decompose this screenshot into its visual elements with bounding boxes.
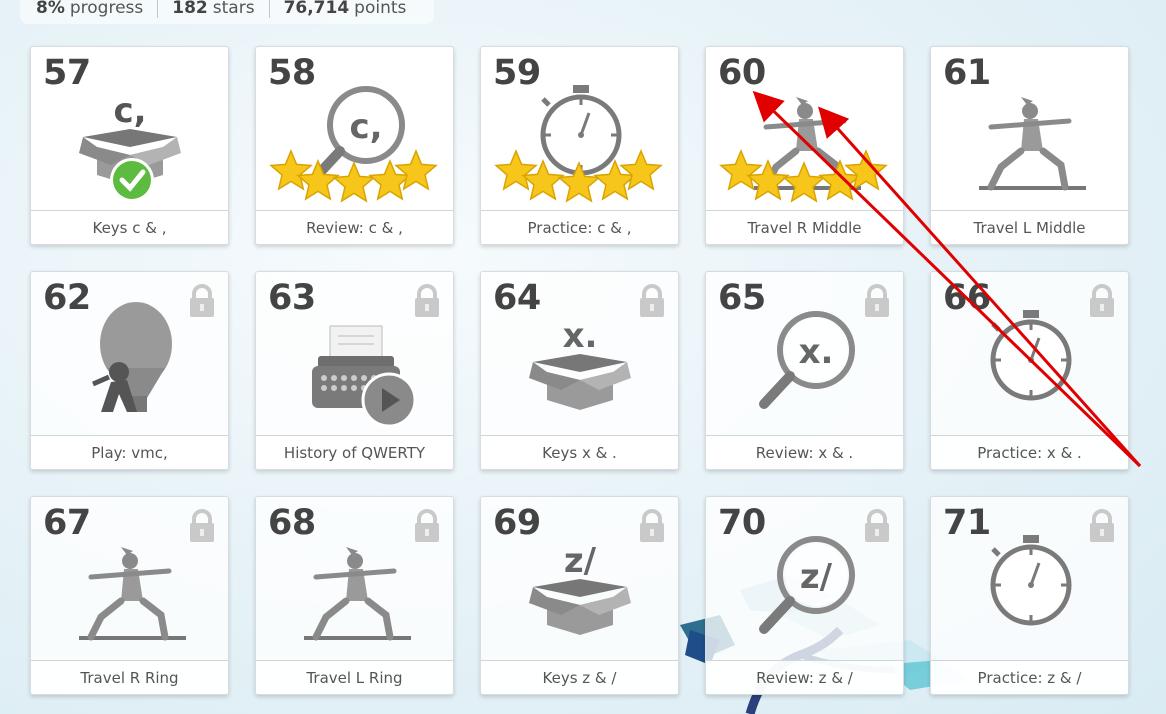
lesson-number: 70 xyxy=(718,503,766,543)
lesson-tile[interactable]: 59 Practice: c & , xyxy=(480,46,679,245)
lesson-label: History of QWERTY xyxy=(256,435,453,469)
lesson-tile[interactable]: 71 Practice: z & / xyxy=(930,496,1129,695)
svg-text:x.: x. xyxy=(563,316,598,356)
lesson-number: 59 xyxy=(493,53,541,93)
lock-icon xyxy=(190,284,214,317)
lesson-number: 71 xyxy=(943,503,991,543)
svg-text:c,: c, xyxy=(349,107,382,147)
lesson-tile[interactable]: c, 58 Review: c & , xyxy=(255,46,454,245)
lock-icon xyxy=(1090,509,1114,542)
lesson-label: Travel R Middle xyxy=(706,210,903,244)
lesson-tile[interactable]: 68 Travel L Ring xyxy=(255,496,454,695)
rating-stars xyxy=(719,149,888,203)
lesson-number: 61 xyxy=(943,53,991,93)
lesson-number: 60 xyxy=(718,53,766,93)
lesson-label: Practice: z & / xyxy=(931,660,1128,694)
lesson-label: Travel L Middle xyxy=(931,210,1128,244)
lesson-label: Travel R Ring xyxy=(31,660,228,694)
lesson-number: 62 xyxy=(43,278,91,318)
lesson-tile[interactable]: 67 Travel R Ring xyxy=(30,496,229,695)
lesson-label: Review: x & . xyxy=(706,435,903,469)
lesson-label: Play: vmc, xyxy=(31,435,228,469)
lock-icon xyxy=(865,284,889,317)
lesson-label: Keys z & / xyxy=(481,660,678,694)
progress-stat: 8% progress xyxy=(36,0,144,18)
lesson-label: Practice: c & , xyxy=(481,210,678,244)
lesson-number: 57 xyxy=(43,53,91,93)
lesson-number: 68 xyxy=(268,503,316,543)
lesson-label: Keys x & . xyxy=(481,435,678,469)
lock-icon xyxy=(415,509,439,542)
lock-icon xyxy=(640,284,664,317)
lesson-label: Review: z & / xyxy=(706,660,903,694)
lesson-number: 58 xyxy=(268,53,316,93)
lock-icon xyxy=(415,284,439,317)
lesson-number: 63 xyxy=(268,278,316,318)
lesson-number: 64 xyxy=(493,278,541,318)
lesson-number: 65 xyxy=(718,278,766,318)
lesson-tile[interactable]: 66 Practice: x & . xyxy=(930,271,1129,470)
lesson-tile[interactable]: 60 Travel R Middle xyxy=(705,46,904,245)
svg-text:z/: z/ xyxy=(564,541,597,581)
lesson-tile[interactable]: c, 57 Keys c & , xyxy=(30,46,229,245)
stats-bar: 8% progress 182 stars 76,714 points xyxy=(20,0,435,24)
lock-icon xyxy=(1090,284,1114,317)
lesson-label: Practice: x & . xyxy=(931,435,1128,469)
lock-icon xyxy=(865,509,889,542)
stars-stat: 182 stars xyxy=(157,0,268,18)
lesson-tile[interactable]: 63 History of QWERTY xyxy=(255,271,454,470)
lesson-tile[interactable]: z/ 69 Keys z & / xyxy=(480,496,679,695)
lesson-label: Travel L Ring xyxy=(256,660,453,694)
lock-icon xyxy=(640,509,664,542)
lesson-number: 67 xyxy=(43,503,91,543)
lesson-label: Keys c & , xyxy=(31,210,228,244)
lock-icon xyxy=(190,509,214,542)
svg-text:x.: x. xyxy=(799,332,834,372)
lesson-tile[interactable]: x. 65 Review: x & . xyxy=(705,271,904,470)
lesson-label: Review: c & , xyxy=(256,210,453,244)
lesson-tile[interactable]: x. 64 Keys x & . xyxy=(480,271,679,470)
lesson-tile[interactable]: 61 Travel L Middle xyxy=(930,46,1129,245)
svg-text:z/: z/ xyxy=(800,557,833,597)
lesson-number: 66 xyxy=(943,278,991,318)
points-stat: 76,714 points xyxy=(268,0,421,18)
lesson-tile[interactable]: z/ 70 Review: z & / xyxy=(705,496,904,695)
svg-text:c,: c, xyxy=(113,91,146,131)
lesson-tile[interactable]: 62 Play: vmc, xyxy=(30,271,229,470)
lesson-number: 69 xyxy=(493,503,541,543)
